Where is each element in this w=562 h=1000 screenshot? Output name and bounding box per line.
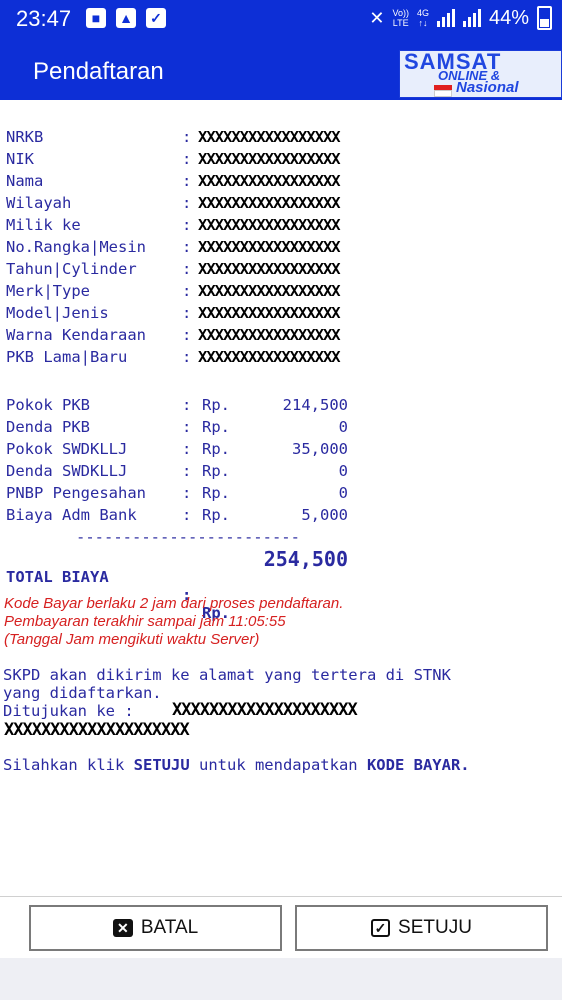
- cost-amount: 0: [338, 418, 348, 436]
- app-bar: Pendaftaran SAMSAT ONLINE & Nasional: [0, 38, 562, 100]
- detail-row: No.Rangka|Mesin: XXXXXXXXXXXXXXXXX: [6, 238, 341, 256]
- currency: Rp.: [202, 484, 230, 502]
- notice-line-1: Kode Bayar berlaku 2 jam dari proses pen…: [4, 595, 344, 612]
- notice-line-3: (Tanggal Jam mengikuti waktu Server): [4, 631, 260, 648]
- instruction-kode-bayar: KODE BAYAR.: [366, 756, 470, 774]
- cost-row: Biaya Adm Bank: Rp. 5,000: [6, 506, 348, 524]
- notice-line-2: Pembayaran terakhir sampai jam 11:05:55: [4, 613, 286, 630]
- cost-amount: 5,000: [301, 506, 348, 524]
- detail-row: Tahun|Cylinder: XXXXXXXXXXXXXXXXX: [6, 260, 341, 278]
- detail-row: Milik ke: XXXXXXXXXXXXXXXXX: [6, 216, 341, 234]
- detail-label: NIK: [6, 150, 34, 168]
- status-right: ✕ Vo)) LTE 4G ↑↓ 44%: [369, 6, 552, 30]
- mute-icon: ✕: [369, 7, 385, 28]
- detail-row: Nama: XXXXXXXXXXXXXXXXX: [6, 172, 341, 190]
- battery-percent: 44%: [488, 6, 529, 29]
- close-icon: ✕: [112, 919, 133, 937]
- masked-value: XXXXXXXXXXXXXXXXX: [198, 194, 341, 212]
- cost-amount: 0: [338, 462, 348, 480]
- notification-icons: ■ ▲ ✓: [86, 8, 166, 28]
- masked-value: XXXXXXXXXXXXXXXXX: [198, 304, 341, 322]
- detail-label: Merk|Type: [6, 282, 90, 300]
- signal-icon-2: [462, 9, 481, 27]
- cancel-button[interactable]: ✕ BATAL: [29, 905, 282, 951]
- detail-label: Warna Kendaraan: [6, 326, 146, 344]
- status-bar: 23:47 ■ ▲ ✓ ✕ Vo)) LTE 4G ↑↓ 44%: [0, 0, 562, 38]
- agree-button[interactable]: ✓ SETUJU: [295, 905, 548, 951]
- cost-row: Denda SWDKLLJ: Rp. 0: [6, 462, 348, 480]
- address-mask-1: XXXXXXXXXXXXXXXXXXXX: [172, 700, 358, 720]
- flag-icon: [434, 85, 452, 97]
- cost-amount: 0: [338, 484, 348, 502]
- battery-icon: [537, 6, 552, 30]
- cost-row: Denda PKB: Rp. 0: [6, 418, 348, 436]
- currency: Rp.: [202, 418, 230, 436]
- total-amount: 254,500: [263, 547, 348, 571]
- skpd-line-1: SKPD akan dikirim ke alamat yang tertera…: [3, 666, 451, 684]
- message-icon: ■: [86, 8, 106, 28]
- masked-value: XXXXXXXXXXXXXXXXX: [198, 238, 341, 256]
- cost-label: Pokok PKB: [6, 396, 90, 414]
- masked-value: XXXXXXXXXXXXXXXXX: [198, 282, 341, 300]
- detail-label: Wilayah: [6, 194, 72, 212]
- cost-label: Pokok SWDKLLJ: [6, 440, 128, 458]
- check-icon: ✓: [146, 8, 166, 28]
- detail-label: NRKB: [6, 128, 44, 146]
- total-row: TOTAL BIAYA : Rp. 254,500: [6, 547, 348, 622]
- detail-label: Milik ke: [6, 216, 81, 234]
- masked-value: XXXXXXXXXXXXXXXXX: [198, 348, 341, 366]
- currency: Rp.: [202, 440, 230, 458]
- detail-row: PKB Lama|Baru: XXXXXXXXXXXXXXXXX: [6, 348, 341, 366]
- detail-row: NIK: XXXXXXXXXXXXXXXXX: [6, 150, 341, 168]
- detail-row: Warna Kendaraan: XXXXXXXXXXXXXXXXX: [6, 326, 341, 344]
- system-nav-bar: [0, 958, 562, 1000]
- instruction-text: Silahkan klik SETUJU untuk mendapatkan K…: [3, 756, 470, 774]
- detail-row: NRKB: XXXXXXXXXXXXXXXXX: [6, 128, 341, 146]
- detail-label: Tahun|Cylinder: [6, 260, 137, 278]
- detail-label: PKB Lama|Baru: [6, 348, 128, 366]
- masked-value: XXXXXXXXXXXXXXXXX: [198, 216, 341, 234]
- cost-label: Biaya Adm Bank: [6, 506, 137, 524]
- cost-label: Denda SWDKLLJ: [6, 462, 128, 480]
- masked-value: XXXXXXXXXXXXXXXXX: [198, 260, 341, 278]
- status-time: 23:47: [16, 6, 72, 31]
- cost-amount: 35,000: [292, 440, 348, 458]
- detail-row: Model|Jenis: XXXXXXXXXXXXXXXXX: [6, 304, 341, 322]
- detail-label: No.Rangka|Mesin: [6, 238, 146, 256]
- currency: Rp.: [202, 506, 230, 524]
- samsat-logo: SAMSAT ONLINE & Nasional: [399, 50, 562, 98]
- masked-value: XXXXXXXXXXXXXXXXX: [198, 128, 341, 146]
- masked-value: XXXXXXXXXXXXXXXXX: [198, 172, 341, 190]
- detail-row: Merk|Type: XXXXXXXXXXXXXXXXX: [6, 282, 341, 300]
- signal-icon: [436, 9, 455, 27]
- masked-value: XXXXXXXXXXXXXXXXX: [198, 150, 341, 168]
- skpd-line-2: yang didaftarkan.: [3, 684, 162, 702]
- cost-row: Pokok SWDKLLJ: Rp. 35,000: [6, 440, 348, 458]
- volte-indicator: Vo)) LTE: [392, 8, 409, 28]
- detail-label: Nama: [6, 172, 44, 190]
- image-icon: ▲: [116, 8, 136, 28]
- skpd-line-3: Ditujukan ke :: [3, 702, 143, 720]
- instruction-setuju: SETUJU: [133, 756, 190, 774]
- cost-label: PNBP Pengesahan: [6, 484, 146, 502]
- currency: Rp.: [202, 396, 230, 414]
- total-label: TOTAL BIAYA: [6, 568, 109, 586]
- action-bar: ✕ BATAL ✓ SETUJU: [0, 896, 562, 959]
- detail-label: Model|Jenis: [6, 304, 109, 322]
- checkbox-icon: ✓: [371, 919, 391, 937]
- detail-row: Wilayah: XXXXXXXXXXXXXXXXX: [6, 194, 341, 212]
- page-title: Pendaftaran: [33, 58, 164, 85]
- cost-amount: 214,500: [282, 396, 348, 414]
- currency: Rp.: [202, 462, 230, 480]
- cost-row: PNBP Pengesahan: Rp. 0: [6, 484, 348, 502]
- cost-label: Denda PKB: [6, 418, 90, 436]
- network-indicator: 4G ↑↓: [416, 8, 429, 28]
- cost-row: Pokok PKB: Rp. 214,500: [6, 396, 348, 414]
- masked-value: XXXXXXXXXXXXXXXXX: [198, 326, 341, 344]
- address-mask-2: XXXXXXXXXXXXXXXXXXXX: [4, 720, 190, 740]
